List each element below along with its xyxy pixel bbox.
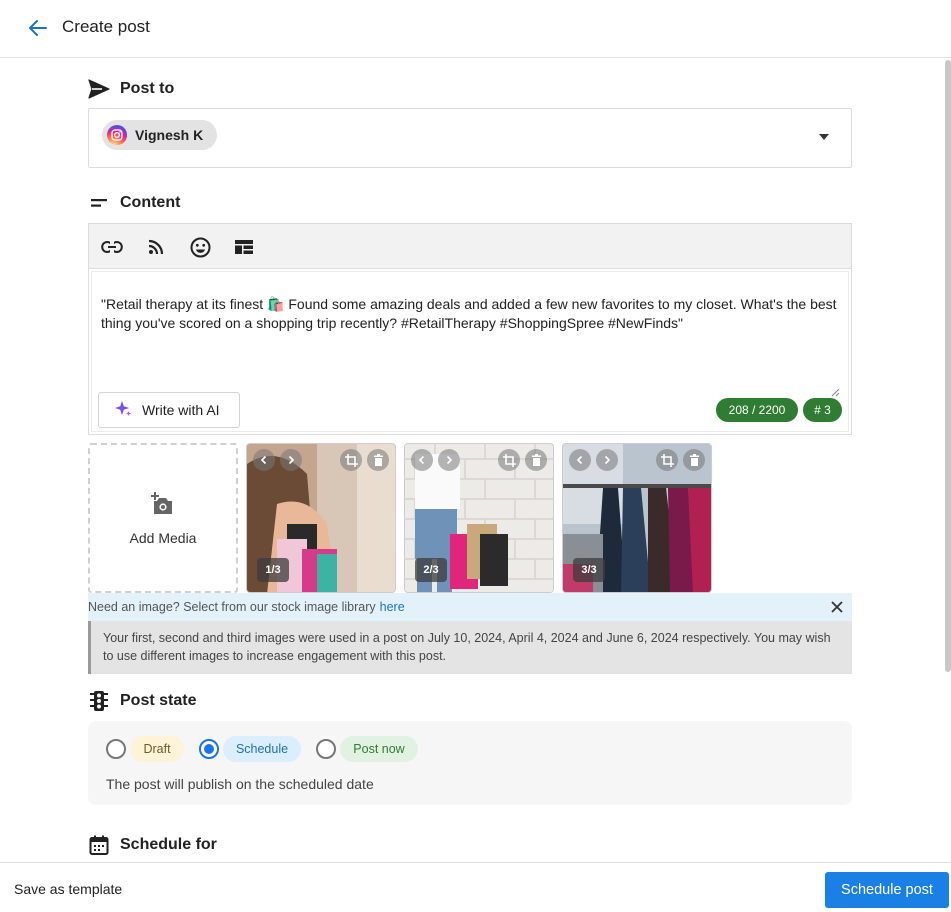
char-count-badge: 208 / 2200 (716, 398, 798, 422)
add-media-label: Add Media (129, 529, 197, 546)
chevron-down-icon[interactable] (819, 134, 829, 140)
post-to-label: Post to (120, 80, 175, 97)
media-thumbnail[interactable]: 2/3 (404, 443, 554, 593)
schedule-label: Schedule for (120, 836, 217, 853)
send-icon (88, 78, 110, 100)
content-label: Content (120, 194, 181, 211)
add-media-button[interactable]: Add Media (88, 443, 238, 593)
scrollbar[interactable] (945, 60, 951, 672)
crop-icon[interactable] (656, 449, 678, 471)
link-icon[interactable] (100, 235, 124, 259)
rss-icon[interactable] (144, 235, 168, 259)
next-image-icon[interactable] (596, 449, 618, 471)
post-text[interactable]: "Retail therapy at its finest 🛍️ Found s… (101, 295, 841, 333)
schedule-post-button[interactable]: Schedule post (825, 872, 949, 908)
text-lines-icon (88, 192, 110, 214)
previous-image-icon[interactable] (253, 449, 275, 471)
stock-image-link[interactable]: here (380, 600, 405, 614)
stock-image-banner: Need an image? Select from our stock ima… (88, 593, 852, 621)
page-title: Create post (62, 17, 150, 36)
content-heading: Content (88, 192, 180, 214)
hashtag-count-badge: # 3 (803, 398, 842, 422)
next-image-icon[interactable] (438, 449, 460, 471)
account-chip[interactable]: Vignesh K (102, 120, 218, 150)
radio-post-now[interactable] (316, 739, 336, 759)
save-as-template-button[interactable]: Save as template (14, 881, 122, 897)
media-position-badge: 2/3 (415, 558, 447, 582)
radio-schedule[interactable] (199, 739, 219, 759)
delete-icon[interactable] (367, 449, 389, 471)
delete-icon[interactable] (683, 449, 705, 471)
layout-icon[interactable] (232, 235, 256, 259)
image-reuse-warning: Your first, second and third images were… (88, 621, 852, 674)
media-thumbnail[interactable]: 1/3 (246, 443, 396, 593)
instagram-icon (107, 125, 127, 145)
arrow-left-icon[interactable] (26, 16, 50, 40)
calendar-icon (88, 834, 110, 856)
post-editor[interactable]: "Retail therapy at its finest 🛍️ Found s… (88, 268, 852, 435)
add-photo-icon (150, 491, 176, 518)
traffic-light-icon (88, 690, 110, 712)
editor-toolbar (88, 223, 852, 269)
close-icon[interactable] (830, 600, 844, 614)
resize-handle-icon[interactable] (831, 384, 840, 397)
stock-image-text: Need an image? Select from our stock ima… (88, 600, 376, 614)
media-position-badge: 1/3 (257, 558, 289, 582)
schedule-option[interactable]: Schedule (223, 736, 301, 762)
media-thumbnail[interactable]: 3/3 (562, 443, 712, 593)
post-state-panel: Draft Schedule Post now The post will pu… (88, 721, 852, 805)
account-name: Vignesh K (135, 127, 204, 143)
post-state-label: Post state (120, 692, 197, 709)
post-state-heading: Post state (88, 690, 196, 712)
post-state-note: The post will publish on the scheduled d… (106, 776, 374, 792)
previous-image-icon[interactable] (569, 449, 591, 471)
radio-draft[interactable] (106, 739, 126, 759)
crop-icon[interactable] (340, 449, 362, 471)
delete-icon[interactable] (525, 449, 547, 471)
schedule-heading: Schedule for (88, 834, 217, 856)
next-image-icon[interactable] (280, 449, 302, 471)
sparkle-icon (114, 400, 132, 421)
top-bar: Create post (0, 0, 951, 58)
crop-icon[interactable] (498, 449, 520, 471)
post-now-option[interactable]: Post now (340, 736, 418, 762)
footer-bar: Save as template Schedule post (0, 862, 951, 912)
emoji-icon[interactable] (188, 235, 212, 259)
write-with-ai-button[interactable]: Write with AI (98, 392, 240, 428)
draft-option[interactable]: Draft (130, 736, 184, 762)
previous-image-icon[interactable] (411, 449, 433, 471)
post-to-heading: Post to (88, 78, 174, 100)
media-position-badge: 3/3 (573, 558, 605, 582)
write-with-ai-label: Write with AI (142, 402, 220, 418)
account-select[interactable]: Vignesh K (88, 108, 852, 168)
